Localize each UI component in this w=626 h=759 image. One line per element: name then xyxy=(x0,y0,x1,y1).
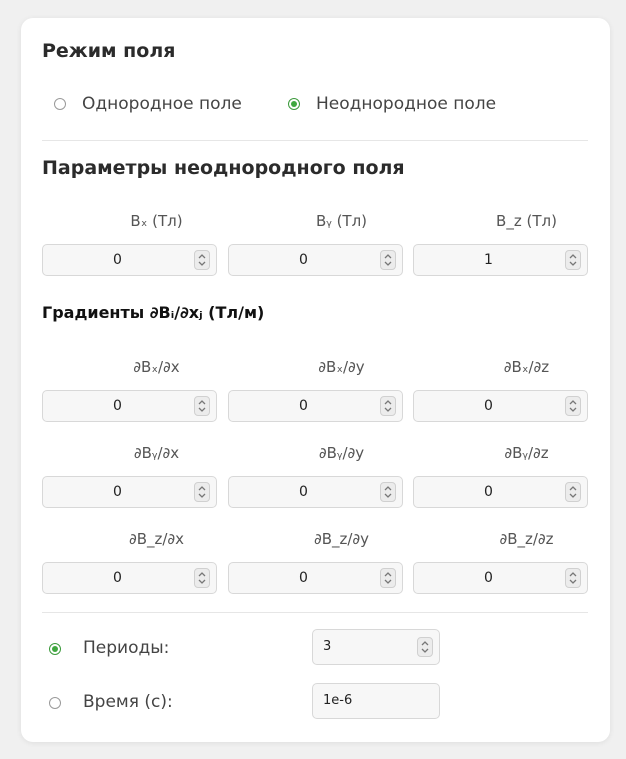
nonuniform-field-radio[interactable] xyxy=(288,98,300,110)
dbx-dy-label: ∂Bₓ/∂y xyxy=(318,358,365,376)
periods-label[interactable]: Периоды: xyxy=(83,638,169,658)
dbz-dz-label: ∂B_z/∂z xyxy=(499,530,554,548)
bz-value: 1 xyxy=(484,252,493,268)
dbz-dy-value: 0 xyxy=(299,570,308,586)
dby-dy-value: 0 xyxy=(299,484,308,500)
divider xyxy=(42,612,588,613)
dbx-dz-value: 0 xyxy=(484,398,493,414)
time-value: 1e-6 xyxy=(323,693,353,708)
periods-radio[interactable] xyxy=(49,643,61,655)
by-input[interactable]: 0 xyxy=(228,244,403,276)
dbz-dz-value: 0 xyxy=(484,570,493,586)
bx-label: Bₓ (Тл) xyxy=(130,212,183,230)
field-mode-title: Режим поля xyxy=(42,40,176,62)
dby-dx-label: ∂Bᵧ/∂x xyxy=(133,444,180,462)
bz-input[interactable]: 1 xyxy=(413,244,588,276)
dbx-dx-input[interactable]: 0 xyxy=(42,390,217,422)
bz-label: B_z (Тл) xyxy=(496,212,557,230)
bx-value: 0 xyxy=(113,252,122,268)
time-radio[interactable] xyxy=(49,697,61,709)
dby-dx-input[interactable]: 0 xyxy=(42,476,217,508)
dbx-dx-label: ∂Bₓ/∂x xyxy=(133,358,180,376)
dbz-dz-input[interactable]: 0 xyxy=(413,562,588,594)
dbx-dz-input[interactable]: 0 xyxy=(413,390,588,422)
uniform-field-label[interactable]: Однородное поле xyxy=(82,94,242,114)
dbx-dz-label: ∂Bₓ/∂z xyxy=(503,358,550,376)
bx-input[interactable]: 0 xyxy=(42,244,217,276)
dby-dy-label: ∂Bᵧ/∂y xyxy=(318,444,365,462)
periods-input[interactable]: 3 xyxy=(312,629,440,665)
up-down-chevrons-icon[interactable] xyxy=(565,250,581,270)
up-down-chevrons-icon[interactable] xyxy=(380,568,396,588)
up-down-chevrons-icon[interactable] xyxy=(380,482,396,502)
time-input[interactable]: 1e-6 xyxy=(312,683,440,719)
up-down-chevrons-icon[interactable] xyxy=(194,250,210,270)
divider xyxy=(42,140,588,141)
nonuniform-field-label[interactable]: Неоднородное поле xyxy=(316,94,496,114)
up-down-chevrons-icon[interactable] xyxy=(194,482,210,502)
dbz-dy-input[interactable]: 0 xyxy=(228,562,403,594)
up-down-chevrons-icon[interactable] xyxy=(565,396,581,416)
up-down-chevrons-icon[interactable] xyxy=(565,568,581,588)
up-down-chevrons-icon[interactable] xyxy=(380,250,396,270)
dby-dy-input[interactable]: 0 xyxy=(228,476,403,508)
periods-value: 3 xyxy=(323,639,332,654)
dbx-dx-value: 0 xyxy=(113,398,122,414)
dby-dz-value: 0 xyxy=(484,484,493,500)
dbz-dx-value: 0 xyxy=(113,570,122,586)
by-value: 0 xyxy=(299,252,308,268)
field-settings-card: Режим поля Однородное поле Неоднородное … xyxy=(21,18,610,742)
dby-dz-label: ∂Bᵧ/∂z xyxy=(504,444,549,462)
dbx-dy-value: 0 xyxy=(299,398,308,414)
dbz-dx-label: ∂B_z/∂x xyxy=(128,530,185,548)
up-down-chevrons-icon[interactable] xyxy=(417,637,433,657)
up-down-chevrons-icon[interactable] xyxy=(380,396,396,416)
uniform-field-radio[interactable] xyxy=(54,98,66,110)
dbx-dy-input[interactable]: 0 xyxy=(228,390,403,422)
up-down-chevrons-icon[interactable] xyxy=(194,568,210,588)
dby-dx-value: 0 xyxy=(113,484,122,500)
params-title: Параметры неоднородного поля xyxy=(42,157,405,179)
by-label: Bᵧ (Тл) xyxy=(315,212,368,230)
dbz-dy-label: ∂B_z/∂y xyxy=(313,530,370,548)
dbz-dx-input[interactable]: 0 xyxy=(42,562,217,594)
time-label[interactable]: Время (с): xyxy=(83,692,173,712)
up-down-chevrons-icon[interactable] xyxy=(194,396,210,416)
up-down-chevrons-icon[interactable] xyxy=(565,482,581,502)
dby-dz-input[interactable]: 0 xyxy=(413,476,588,508)
gradients-title: Градиенты ∂Bᵢ/∂xⱼ (Тл/м) xyxy=(42,303,265,322)
